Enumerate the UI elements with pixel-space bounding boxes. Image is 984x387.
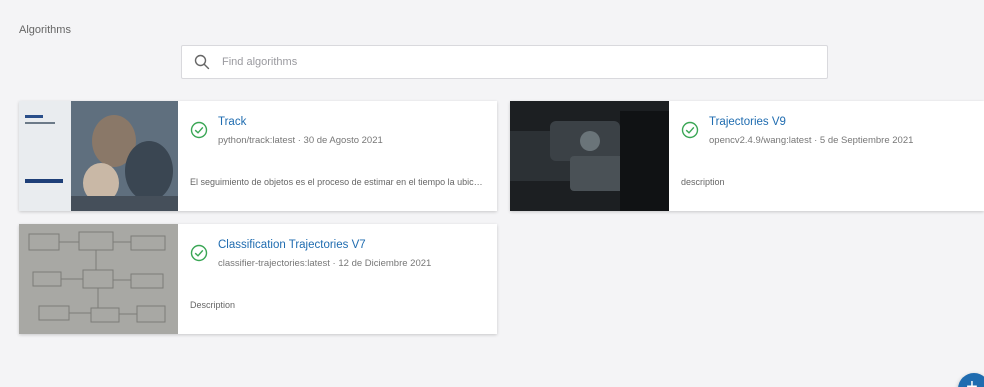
algorithm-description: Description (190, 300, 236, 310)
algorithm-meta: opencv2.4.9/wang:latest · 5 de Septiembr… (709, 135, 914, 146)
algorithm-thumbnail (19, 101, 178, 211)
algorithm-name[interactable]: Track (218, 115, 485, 129)
search-box[interactable] (181, 45, 828, 79)
algorithm-meta: classifier-trajectories:latest · 12 de D… (218, 258, 432, 269)
algorithm-description: El seguimiento de objetos es el proceso … (190, 177, 487, 187)
check-circle-icon (681, 121, 699, 139)
algorithm-card-classification-trajectories-v7[interactable]: Classification Trajectories V7 classifie… (19, 224, 497, 334)
search-icon (182, 45, 222, 79)
algorithm-thumbnail (510, 101, 669, 211)
algorithm-name[interactable]: Trajectories V9 (709, 115, 972, 129)
algorithm-name[interactable]: Classification Trajectories V7 (218, 238, 485, 252)
page-title: Algorithms (19, 24, 71, 36)
algorithm-card-track[interactable]: Track python/track:latest · 30 de Agosto… (19, 101, 497, 211)
add-algorithm-button[interactable]: + (958, 373, 984, 387)
plus-icon: + (966, 376, 978, 387)
algorithm-card-trajectories-v9[interactable]: Trajectories V9 opencv2.4.9/wang:latest … (510, 101, 984, 211)
check-circle-icon (190, 121, 208, 139)
algorithm-thumbnail (19, 224, 178, 334)
algorithm-meta: python/track:latest · 30 de Agosto 2021 (218, 135, 383, 146)
search-input[interactable] (222, 47, 802, 77)
check-circle-icon (190, 244, 208, 262)
algorithm-description: description (681, 177, 725, 187)
